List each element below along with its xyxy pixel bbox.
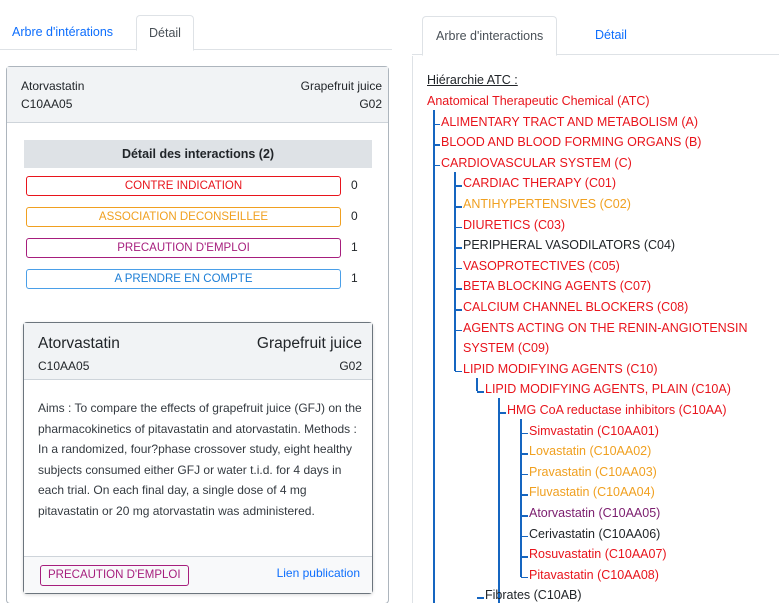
publication-card-header: Atorvastatin Grapefruit juice C10AA05 G0… xyxy=(24,323,372,380)
association-deconseillee-row[interactable]: ASSOCIATION DECONSEILLEE xyxy=(26,207,341,227)
summary-header: Atorvastatin Grapefruit juice C10AA05 G0… xyxy=(7,67,388,123)
precaution-emploi-row[interactable]: PRECAUTION D'EMPLOI xyxy=(26,238,341,258)
tree-node[interactable]: Fluvastatin (C10AA04) xyxy=(529,485,655,499)
tree-connector xyxy=(455,329,462,332)
left-tab-bar: Arbre d'intérations Détail xyxy=(0,0,392,51)
drug-a-name: Atorvastatin xyxy=(21,79,85,93)
card-drug-a-code: C10AA05 xyxy=(38,359,90,373)
tree-node[interactable]: SYSTEM (C09) xyxy=(463,341,549,355)
interaction-summary-card: Atorvastatin Grapefruit juice C10AA05 G0… xyxy=(6,66,389,603)
publication-link[interactable]: Lien publication xyxy=(277,566,360,580)
tree-node[interactable]: BLOOD AND BLOOD FORMING ORGANS (B) xyxy=(441,135,701,149)
tree-node[interactable]: Cerivastatin (C10AA06) xyxy=(529,527,660,541)
tab-interaction-tree[interactable]: Arbre d'interactions xyxy=(422,16,558,56)
tree-node[interactable]: Pravastatin (C10AA03) xyxy=(529,465,657,479)
publication-abstract: Aims : To compare the effects of grapefr… xyxy=(38,401,362,518)
tree-connector xyxy=(521,535,528,538)
tree-node[interactable]: CARDIAC THERAPY (C01) xyxy=(463,176,616,190)
tree-panel: Arbre d'interactions Détail Hiérarchie A… xyxy=(412,0,779,603)
tree-node[interactable]: Atorvastatin (C10AA05) xyxy=(529,506,660,520)
tree-node[interactable]: DIURETICS (C03) xyxy=(463,218,565,232)
tree-node[interactable]: Simvastatin (C10AA01) xyxy=(529,424,659,438)
a-prendre-en-compte-row[interactable]: A PRENDRE EN COMPTE xyxy=(26,269,341,289)
tree-connector xyxy=(521,556,528,558)
tree-connector xyxy=(455,288,462,290)
tree-node[interactable]: Fibrates (C10AB) xyxy=(485,588,582,602)
card-drug-b-code: G02 xyxy=(339,359,362,373)
tree-vertical-line xyxy=(476,377,478,392)
contra-indication-row[interactable]: CONTRE INDICATION xyxy=(26,176,341,196)
tree-vertical-line xyxy=(433,110,435,603)
tree-node[interactable]: PERIPHERAL VASODILATORS (C04) xyxy=(463,238,675,252)
tree-connector xyxy=(455,206,462,208)
association-deconseillee-count: 0 xyxy=(351,209,358,223)
tree-connector xyxy=(455,370,462,373)
tree-node[interactable]: HMG CoA reductase inhibitors (C10AA) xyxy=(507,403,727,417)
tab-interaction-tree[interactable]: Arbre d'intérations xyxy=(0,15,125,51)
precaution-badge: PRECAUTION D'EMPLOI xyxy=(40,565,189,586)
detail-panel: Arbre d'intérations Détail Atorvastatin … xyxy=(0,0,392,603)
tree-connector xyxy=(521,576,528,579)
drug-a-code: C10AA05 xyxy=(21,97,73,111)
tree-connector xyxy=(455,309,462,311)
tree-node[interactable]: LIPID MODIFYING AGENTS (C10) xyxy=(463,362,657,376)
tree-connector xyxy=(433,164,440,167)
tree-connector xyxy=(521,494,528,496)
tree-node[interactable]: VASOPROTECTIVES (C05) xyxy=(463,259,620,273)
right-tab-bar: Arbre d'interactions Détail xyxy=(412,0,779,56)
tree-node[interactable]: Anatomical Therapeutic Chemical (ATC) xyxy=(427,94,650,108)
tab-detail[interactable]: Détail xyxy=(136,15,194,51)
tree-vertical-line xyxy=(498,398,500,603)
tree-node[interactable]: Lovastatin (C10AA02) xyxy=(529,444,651,458)
tree-connector xyxy=(455,267,462,270)
tree-node[interactable]: Rosuvastatin (C10AA07) xyxy=(529,547,667,561)
tree-node[interactable]: Pitavastatin (C10AA08) xyxy=(529,568,659,582)
tree-connector xyxy=(477,391,484,393)
drug-b-name: Grapefruit juice xyxy=(300,79,382,93)
tree-connector xyxy=(521,453,528,455)
tree-connector xyxy=(477,597,484,599)
tree-node[interactable]: CALCIUM CHANNEL BLOCKERS (C08) xyxy=(463,300,688,314)
tree-node[interactable]: ALIMENTARY TRACT AND METABOLISM (A) xyxy=(441,115,698,129)
publication-card-footer: PRECAUTION D'EMPLOI Lien publication xyxy=(24,556,372,593)
card-drug-a-name: Atorvastatin xyxy=(38,335,120,352)
tree-connector xyxy=(455,247,462,249)
contra-indication-count: 0 xyxy=(351,178,358,192)
tree-connector xyxy=(455,226,462,229)
tab-detail[interactable]: Détail xyxy=(582,16,640,56)
tree-vertical-line xyxy=(520,419,522,577)
tree-connector xyxy=(433,144,440,146)
tree-connector xyxy=(433,123,440,126)
precaution-emploi-count: 1 xyxy=(351,240,358,254)
tree-node[interactable]: CARDIOVASCULAR SYSTEM (C) xyxy=(441,156,632,170)
drug-b-code: G02 xyxy=(359,97,382,111)
interaction-detail-title: Détail des interactions (2) xyxy=(24,140,372,168)
tree-node[interactable]: LIPID MODIFYING AGENTS, PLAIN (C10A) xyxy=(485,382,731,396)
hierarchy-label: Hiérarchie ATC : xyxy=(427,73,518,87)
tree-node[interactable]: AGENTS ACTING ON THE RENIN-ANGIOTENSIN xyxy=(463,321,748,335)
tree-node[interactable]: ANTIHYPERTENSIVES (C02) xyxy=(463,197,631,211)
tree-connector xyxy=(521,515,528,517)
a-prendre-en-compte-count: 1 xyxy=(351,271,358,285)
atc-tree-container: Hiérarchie ATC : Anatomical Therapeutic … xyxy=(412,56,779,603)
publication-card: Atorvastatin Grapefruit juice C10AA05 G0… xyxy=(23,322,373,594)
tree-connector xyxy=(521,432,528,435)
tree-node[interactable]: BETA BLOCKING AGENTS (C07) xyxy=(463,279,651,293)
tree-connector xyxy=(521,473,528,476)
card-drug-b-name: Grapefruit juice xyxy=(256,335,362,352)
tree-vertical-line xyxy=(454,171,456,371)
tree-connector xyxy=(499,412,506,414)
tree-connector xyxy=(455,185,462,187)
